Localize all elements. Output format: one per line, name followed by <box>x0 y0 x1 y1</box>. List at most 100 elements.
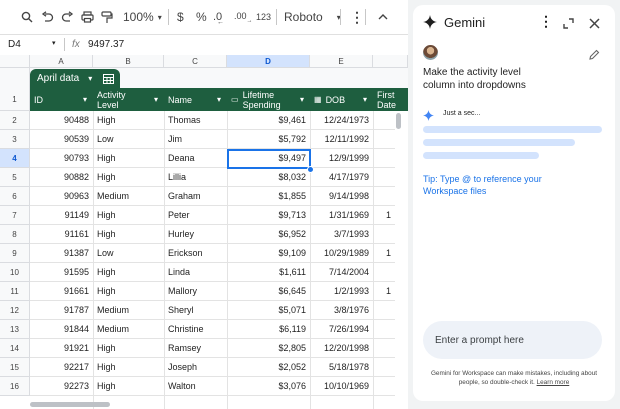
paint-format-icon[interactable] <box>101 9 113 25</box>
header-activity-level[interactable]: Activity Level ▾ <box>93 88 164 111</box>
table-cell-dob[interactable]: 12/9/1999 <box>310 149 373 168</box>
table-cell-extra[interactable]: 1 <box>373 244 395 263</box>
table-cell-name[interactable]: Jim <box>164 130 227 149</box>
table-cell-dob[interactable]: 10/29/1989 <box>310 244 373 263</box>
column-header-c[interactable]: C <box>164 55 227 68</box>
currency-button[interactable]: $ <box>177 9 184 25</box>
table-cell-level[interactable]: High <box>93 225 164 244</box>
header-dob[interactable]: ▦ DOB ▾ <box>310 88 373 111</box>
horizontal-scrollbar-thumb[interactable] <box>30 402 110 407</box>
table-cell-spend[interactable]: $1,611 <box>227 263 310 282</box>
table-cell-extra[interactable] <box>373 187 395 206</box>
table-cell-dob[interactable]: 1/2/1993 <box>310 282 373 301</box>
header-lifetime-spending[interactable]: ▭ Lifetime Spending ▾ <box>227 88 310 111</box>
select-all-corner[interactable] <box>0 55 30 68</box>
edit-icon[interactable] <box>589 47 600 65</box>
table-cell-id[interactable]: 90539 <box>30 130 93 149</box>
table-cell-level[interactable]: Medium <box>93 320 164 339</box>
table-cell-extra[interactable] <box>373 149 395 168</box>
table-cell-extra[interactable]: 1 <box>373 206 395 225</box>
table-cell-level[interactable]: High <box>93 111 164 130</box>
table-cell-spend[interactable]: $9,461 <box>227 111 310 130</box>
table-cell-id[interactable]: 91844 <box>30 320 93 339</box>
table-cell-level[interactable]: Medium <box>93 301 164 320</box>
header-first-date[interactable]: First Date <box>373 88 408 111</box>
table-cell-name[interactable]: Lillia <box>164 168 227 187</box>
row-header[interactable]: 5 <box>0 168 30 187</box>
row-header[interactable]: 12 <box>0 301 30 320</box>
row-header[interactable]: 16 <box>0 377 30 396</box>
row-header[interactable]: 11 <box>0 282 30 301</box>
decrease-decimal-button[interactable]: .0 ← <box>213 9 224 26</box>
table-cell-id[interactable]: 90488 <box>30 111 93 130</box>
table-cell-spend[interactable]: $3,076 <box>227 377 310 396</box>
table-cell-dob[interactable]: 4/17/1979 <box>310 168 373 187</box>
font-select[interactable]: Roboto ▾ <box>284 9 341 25</box>
column-header-b[interactable]: B <box>93 55 164 68</box>
more-vert-icon[interactable]: ⋮ <box>350 9 364 25</box>
table-cell-level[interactable]: High <box>93 149 164 168</box>
table-cell-name[interactable]: Mallory <box>164 282 227 301</box>
fill-handle[interactable] <box>307 166 314 173</box>
table-cell-id[interactable]: 90793 <box>30 149 93 168</box>
table-cell-extra[interactable] <box>373 130 395 149</box>
table-cell-extra[interactable] <box>373 339 395 358</box>
row-header[interactable]: 15 <box>0 358 30 377</box>
row-header[interactable]: 13 <box>0 320 30 339</box>
table-cell-name[interactable]: Thomas <box>164 111 227 130</box>
search-menus-icon[interactable] <box>21 9 33 25</box>
column-header-a[interactable]: A <box>30 55 93 68</box>
table-cell-id[interactable]: 90963 <box>30 187 93 206</box>
percent-button[interactable]: % <box>196 9 207 25</box>
table-cell-spend[interactable]: $9,713 <box>227 206 310 225</box>
table-cell-extra[interactable] <box>373 377 395 396</box>
table-cell-level[interactable]: Medium <box>93 187 164 206</box>
row-header[interactable]: 6 <box>0 187 30 206</box>
prompt-input[interactable]: Enter a prompt here <box>423 321 602 359</box>
row-header[interactable]: 2 <box>0 111 30 130</box>
table-cell-extra[interactable] <box>373 358 395 377</box>
table-cell-dob[interactable]: 12/20/1998 <box>310 339 373 358</box>
table-cell-spend[interactable]: $2,052 <box>227 358 310 377</box>
table-menu-button[interactable] <box>97 69 120 88</box>
redo-icon[interactable] <box>61 9 74 25</box>
more-formats-button[interactable]: 123 <box>256 9 271 25</box>
name-box[interactable]: D4 <box>8 39 21 50</box>
selected-cell-d4[interactable] <box>227 149 311 169</box>
row-header[interactable]: 3 <box>0 130 30 149</box>
table-cell-name[interactable]: Linda <box>164 263 227 282</box>
table-cell-dob[interactable]: 3/8/1976 <box>310 301 373 320</box>
table-cell-name[interactable]: Christine <box>164 320 227 339</box>
table-cell-level[interactable]: Low <box>93 130 164 149</box>
table-cell-level[interactable]: High <box>93 339 164 358</box>
table-cell-extra[interactable] <box>373 263 395 282</box>
table-cell-level[interactable]: High <box>93 263 164 282</box>
table-cell-name[interactable]: Peter <box>164 206 227 225</box>
header-name[interactable]: Name ▾ <box>164 88 227 111</box>
row-header[interactable]: 9 <box>0 244 30 263</box>
zoom-select[interactable]: 100% ▾ <box>123 9 162 25</box>
table-cell-dob[interactable]: 12/24/1973 <box>310 111 373 130</box>
column-header-d[interactable]: D <box>227 55 310 68</box>
table-cell-level[interactable]: High <box>93 358 164 377</box>
increase-decimal-button[interactable]: .00→ <box>234 9 253 25</box>
table-cell-dob[interactable]: 1/31/1969 <box>310 206 373 225</box>
table-cell-name[interactable]: Hurley <box>164 225 227 244</box>
print-icon[interactable] <box>81 9 94 25</box>
table-cell-id[interactable]: 91161 <box>30 225 93 244</box>
table-cell-extra[interactable] <box>373 320 395 339</box>
table-cell-name[interactable]: Joseph <box>164 358 227 377</box>
table-cell-extra[interactable] <box>373 301 395 320</box>
table-cell-extra[interactable] <box>373 168 395 187</box>
table-cell-id[interactable]: 91921 <box>30 339 93 358</box>
vertical-scrollbar-thumb[interactable] <box>396 113 401 129</box>
table-cell-id[interactable]: 91387 <box>30 244 93 263</box>
row-header[interactable]: 14 <box>0 339 30 358</box>
table-cell-level[interactable]: High <box>93 168 164 187</box>
more-vert-icon[interactable]: ⋮ <box>539 13 553 30</box>
table-cell-dob[interactable]: 12/11/1992 <box>310 130 373 149</box>
table-cell-dob[interactable]: 3/7/1993 <box>310 225 373 244</box>
table-cell-dob[interactable]: 7/26/1994 <box>310 320 373 339</box>
chevron-down-icon[interactable]: ▾ <box>52 39 56 47</box>
table-cell-spend[interactable]: $8,032 <box>227 168 310 187</box>
